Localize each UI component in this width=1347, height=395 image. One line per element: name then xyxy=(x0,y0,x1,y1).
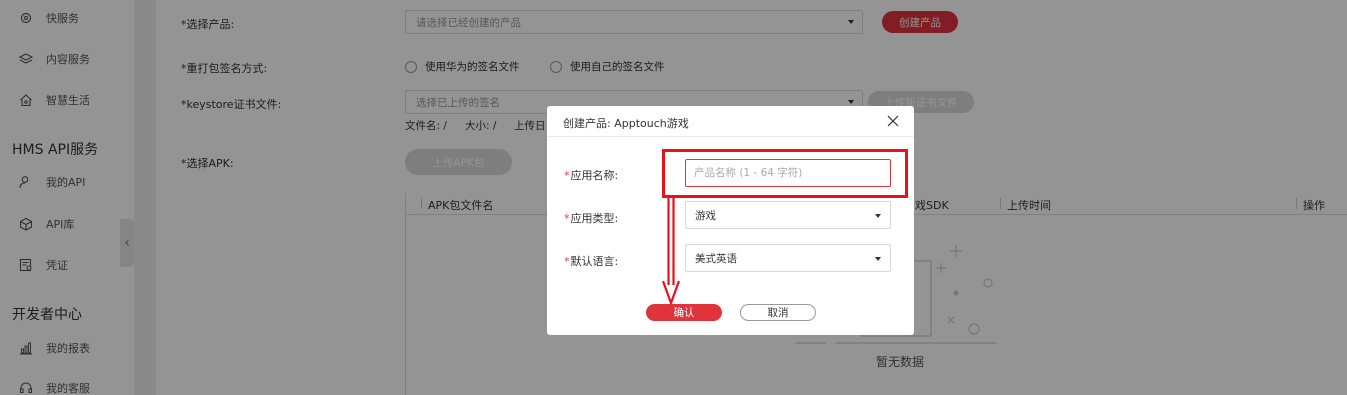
dialog-header: 创建产品: Apptouch游戏 xyxy=(547,106,914,137)
app-type-value: 游戏 xyxy=(695,209,716,222)
language-select[interactable]: 美式英语 xyxy=(685,244,891,272)
dialog-title: 创建产品: Apptouch游戏 xyxy=(563,117,689,130)
annotation-highlight-box xyxy=(662,149,908,198)
create-product-dialog: 创建产品: Apptouch游戏 *应用名称: *应用类型: 游戏 *默认语言:… xyxy=(547,106,914,335)
close-icon[interactable] xyxy=(885,113,901,129)
app-name-label-text: 应用名称: xyxy=(570,169,619,182)
language-label-text: 默认语言: xyxy=(570,255,619,268)
chevron-down-icon xyxy=(875,214,881,218)
language-label: *默认语言: xyxy=(564,255,619,268)
cancel-button[interactable]: 取消 xyxy=(740,304,816,321)
chevron-down-icon xyxy=(875,257,881,261)
confirm-button[interactable]: 确认 xyxy=(646,304,722,321)
app-type-select[interactable]: 游戏 xyxy=(685,201,891,229)
annotation-arrow-icon xyxy=(661,197,681,305)
app-type-label: *应用类型: xyxy=(564,212,619,225)
app-name-label: *应用名称: xyxy=(564,169,619,182)
app-type-label-text: 应用类型: xyxy=(570,212,619,225)
language-value: 美式英语 xyxy=(695,252,737,265)
